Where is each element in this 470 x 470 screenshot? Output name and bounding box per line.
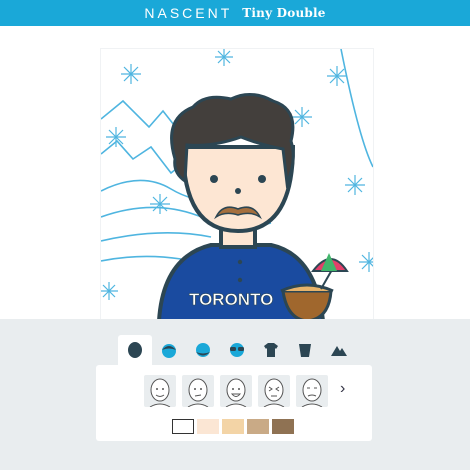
face-option-wink[interactable] <box>258 375 290 407</box>
face-icon <box>187 378 209 407</box>
right-eye <box>258 175 266 183</box>
swatch-light[interactable] <box>197 419 219 434</box>
snowflake-icon <box>106 127 126 147</box>
skin-color-swatches <box>172 419 297 434</box>
mountain-icon <box>331 346 347 356</box>
hair-icon <box>162 344 176 358</box>
face-option-grin[interactable] <box>220 375 252 407</box>
beard-icon <box>196 343 210 357</box>
snowflake-icon <box>101 282 118 300</box>
chevron-right-icon[interactable]: › <box>340 380 345 398</box>
snowflake-icon <box>359 252 373 272</box>
face-icon <box>301 378 323 407</box>
snowflake-icon <box>292 107 312 127</box>
face-option-smile[interactable] <box>144 375 176 407</box>
face-option-smirk[interactable] <box>182 375 214 407</box>
snowflake-icon <box>215 49 233 66</box>
face-shape-icon <box>128 342 142 358</box>
snowflake-icon <box>150 194 170 214</box>
top-bar: NASCENT Tiny Double <box>0 0 470 26</box>
cup-icon <box>299 344 311 357</box>
face-icon <box>263 378 285 407</box>
tab-background[interactable] <box>322 335 356 365</box>
swatch-tan[interactable] <box>247 419 269 434</box>
category-tabs <box>118 335 356 365</box>
tab-accessory[interactable] <box>288 335 322 365</box>
app-title: Tiny Double <box>242 6 326 20</box>
tab-hair[interactable] <box>152 335 186 365</box>
face-option-flat[interactable] <box>296 375 328 407</box>
shirt-icon <box>264 343 278 357</box>
swatch-brown[interactable] <box>272 419 294 434</box>
tab-shirt[interactable] <box>254 335 288 365</box>
brand-logo: NASCENT <box>144 5 233 21</box>
avatar-illustration: TORONTO <box>101 49 373 321</box>
glasses-icon <box>230 343 244 357</box>
swatch-white[interactable] <box>172 419 194 434</box>
tab-facial-hair[interactable] <box>186 335 220 365</box>
snowflake-icon <box>121 64 141 84</box>
jersey-text: TORONTO <box>189 290 273 309</box>
snowflake-icon <box>327 66 347 86</box>
swatch-beige[interactable] <box>222 419 244 434</box>
left-eye <box>210 175 218 183</box>
tab-glasses[interactable] <box>220 335 254 365</box>
tab-skin[interactable] <box>118 335 152 365</box>
snowflake-icon <box>345 175 365 195</box>
face-options <box>144 375 334 407</box>
face-icon <box>149 378 171 407</box>
avatar-preview: TORONTO <box>100 48 374 322</box>
face-icon <box>225 378 247 407</box>
